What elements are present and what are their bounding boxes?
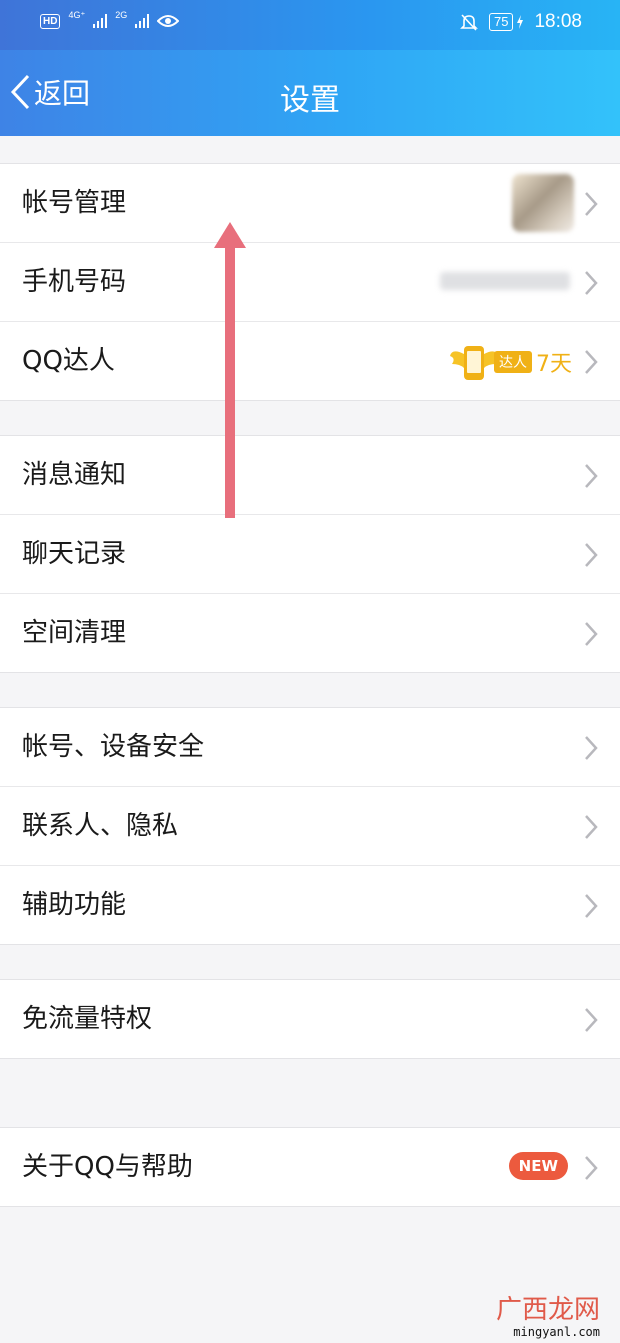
chevron-right-icon xyxy=(585,736,598,760)
watermark: 广西龙网 mingyanl.com xyxy=(496,1295,600,1339)
network-type-1: 4G⁺ xyxy=(68,9,86,20)
chevron-right-icon xyxy=(585,464,598,488)
chevron-right-icon xyxy=(585,271,598,295)
settings-item-chat-history[interactable]: 聊天记录 xyxy=(0,515,620,594)
annotation-arrow-icon xyxy=(214,222,246,518)
status-bar: HD 4G⁺ 2G 75 18:08 xyxy=(0,0,620,50)
settings-item-label: QQ达人 xyxy=(22,346,115,376)
eye-icon xyxy=(157,15,180,27)
settings-group-messages: 消息通知 聊天记录 空间清理 xyxy=(0,435,620,673)
mute-bell-icon xyxy=(460,14,478,31)
settings-item-label: 空间清理 xyxy=(22,618,127,648)
settings-group-data-privilege: 免流量特权 xyxy=(0,979,620,1059)
clock: 18:08 xyxy=(534,11,582,32)
signal-icon xyxy=(93,14,108,28)
settings-item-free-data[interactable]: 免流量特权 xyxy=(0,980,620,1058)
chevron-right-icon xyxy=(585,192,598,216)
settings-group-about: 关于QQ与帮助 NEW xyxy=(0,1127,620,1207)
charging-icon xyxy=(517,15,524,29)
settings-item-qq-daren[interactable]: QQ达人 达人 7天 xyxy=(0,322,620,400)
chevron-right-icon xyxy=(585,350,598,374)
avatar xyxy=(512,174,574,232)
blurred-phone-value xyxy=(440,272,570,290)
settings-item-label: 免流量特权 xyxy=(22,1004,153,1034)
settings-item-contacts-privacy[interactable]: 联系人、隐私 xyxy=(0,787,620,866)
settings-item-storage-cleanup[interactable]: 空间清理 xyxy=(0,594,620,672)
settings-item-label: 聊天记录 xyxy=(22,539,127,569)
settings-item-label: 帐号管理 xyxy=(22,188,127,218)
settings-group-account: 帐号管理 手机号码 QQ达人 达人 7天 xyxy=(0,163,620,401)
new-badge: NEW xyxy=(508,1152,568,1180)
battery-level: 75 xyxy=(488,13,514,31)
page-title: 设置 xyxy=(280,83,340,118)
winged-phone-icon xyxy=(450,346,498,380)
signal-icon-2 xyxy=(135,14,150,28)
settings-group-security: 帐号、设备安全 联系人、隐私 辅助功能 xyxy=(0,707,620,945)
settings-item-phone-number[interactable]: 手机号码 xyxy=(0,243,620,322)
daren-days: 7天 xyxy=(536,352,572,377)
daren-label: 达人 xyxy=(494,351,532,373)
settings-item-accessibility[interactable]: 辅助功能 xyxy=(0,866,620,944)
settings-item-label: 手机号码 xyxy=(22,267,127,297)
chevron-right-icon xyxy=(585,894,598,918)
settings-item-label: 联系人、隐私 xyxy=(22,811,179,841)
daren-badge: 达人 7天 xyxy=(450,340,572,384)
chevron-right-icon xyxy=(585,815,598,839)
settings-item-label: 帐号、设备安全 xyxy=(22,732,205,762)
nav-header: 返回 设置 xyxy=(0,50,620,136)
chevron-right-icon xyxy=(585,1008,598,1032)
chevron-right-icon xyxy=(585,1156,598,1180)
watermark-url: mingyanl.com xyxy=(513,1325,600,1339)
chevron-right-icon xyxy=(585,622,598,646)
network-type-2: 2G xyxy=(115,9,128,20)
settings-item-account-device-security[interactable]: 帐号、设备安全 xyxy=(0,708,620,787)
settings-item-notifications[interactable]: 消息通知 xyxy=(0,436,620,515)
chevron-right-icon xyxy=(585,543,598,567)
settings-item-label: 消息通知 xyxy=(22,460,127,490)
settings-item-about-help[interactable]: 关于QQ与帮助 NEW xyxy=(0,1128,620,1206)
settings-item-label: 辅助功能 xyxy=(22,890,127,920)
settings-item-account-management[interactable]: 帐号管理 xyxy=(0,164,620,243)
hd-indicator: HD xyxy=(40,13,61,29)
watermark-text: 广西龙网 xyxy=(495,1295,600,1325)
settings-item-label: 关于QQ与帮助 xyxy=(22,1152,193,1182)
